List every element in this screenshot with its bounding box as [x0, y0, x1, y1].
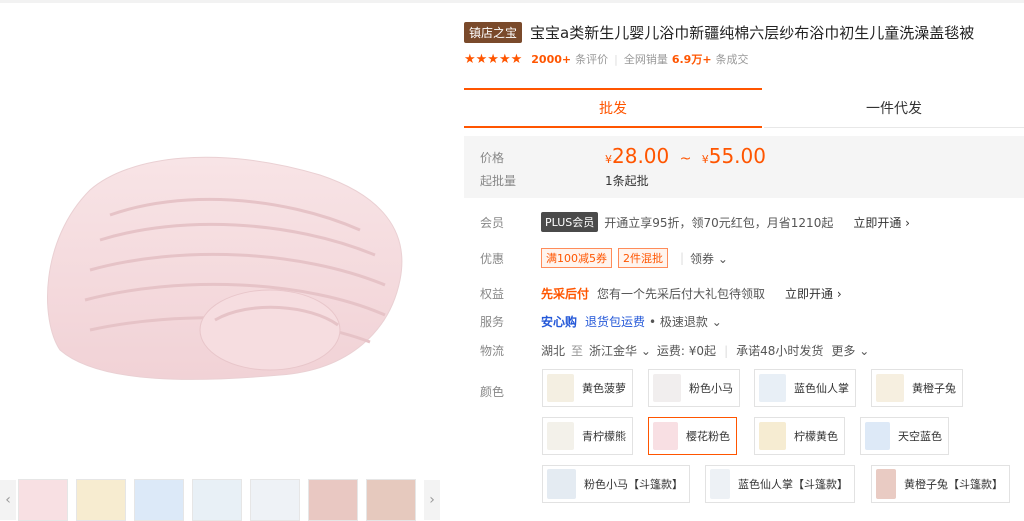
color-swatch	[547, 469, 576, 499]
price-range-sep: ~	[679, 151, 692, 167]
color-option[interactable]: 蓝色仙人掌	[754, 369, 856, 407]
color-swatch	[865, 422, 890, 450]
color-swatch	[710, 469, 730, 499]
color-swatch	[876, 469, 896, 499]
secure-purchase-name: 安心购	[541, 315, 578, 329]
promo-row: 优惠 满100减5券 2件混批 | 领券 ⌄	[464, 248, 728, 268]
divider: |	[724, 343, 729, 358]
color-option[interactable]: 青柠檬熊	[542, 417, 633, 455]
thumbnail-model-1[interactable]	[308, 479, 358, 521]
shipping-promise: 承诺48小时发货	[736, 344, 824, 358]
color-swatch	[876, 374, 904, 402]
fast-refund-dropdown[interactable]: • 极速退款 ⌄	[649, 313, 722, 330]
sales-label: 全网销量	[623, 53, 668, 66]
coupon-tag[interactable]: 满100减5券	[541, 248, 612, 268]
divider: |	[614, 52, 618, 66]
color-option[interactable]: 天空蓝色	[860, 417, 949, 455]
color-option[interactable]: 粉色小马【斗篷款】	[542, 465, 690, 503]
rating-stars: ★★★★★	[464, 51, 523, 67]
color-swatch	[653, 422, 678, 450]
color-swatch	[547, 422, 574, 450]
member-open-link[interactable]: 立即开通 ›	[853, 214, 910, 231]
currency-symbol: ¥	[701, 153, 709, 166]
get-coupon-dropdown[interactable]: 领券 ⌄	[690, 250, 728, 267]
color-option[interactable]: 粉色小马	[648, 369, 740, 407]
top-divider	[0, 0, 1024, 3]
thumb-prev-arrow[interactable]: ‹	[0, 480, 16, 520]
color-swatch	[547, 374, 574, 402]
color-label: 颜色	[480, 385, 505, 399]
shipping-fee: 运费: ¥0起	[656, 344, 717, 358]
ship-to-word: 至	[571, 344, 584, 358]
color-swatch	[759, 422, 786, 450]
sales-suffix: 条成交	[715, 53, 749, 66]
thumbnail-model-2[interactable]	[366, 479, 416, 521]
color-option[interactable]: 蓝色仙人掌【斗篷款】	[705, 465, 855, 503]
tab-dropship[interactable]: 一件代发	[764, 88, 1024, 128]
color-swatch	[759, 374, 786, 402]
color-option-selected[interactable]: 樱花粉色	[648, 417, 737, 455]
more-logistics-dropdown[interactable]: 更多 ⌄	[831, 342, 869, 359]
promo-label: 优惠	[480, 251, 505, 266]
price-box: 价格 起批量 ¥28.00 ~ ¥55.00 1条起批	[464, 136, 1024, 198]
rating-row: ★★★★★ 2000+ 条评价 | 全网销量 6.9万+ 条成交	[464, 51, 749, 67]
price-label: 价格	[480, 151, 505, 165]
color-option[interactable]: 柠檬黄色	[754, 417, 845, 455]
purchase-tabs: 批发 一件代发	[464, 88, 1024, 128]
color-option[interactable]: 黄橙子兔【斗篷款】	[871, 465, 1010, 503]
member-label: 会员	[480, 215, 505, 230]
main-product-image[interactable]	[0, 40, 440, 480]
color-swatch	[653, 374, 681, 402]
thumbnail-pattern-2[interactable]	[250, 479, 300, 521]
price-max: 55.00	[708, 144, 766, 168]
sales-count: 6.9万+	[671, 53, 712, 66]
divider: |	[680, 251, 685, 265]
mixed-batch-tag[interactable]: 2件混批	[618, 248, 668, 268]
tab-wholesale[interactable]: 批发	[464, 88, 762, 128]
pay-later-text: 您有一个先采后付大礼包待领取	[597, 287, 766, 301]
product-title: 宝宝a类新生儿婴儿浴巾新疆纯棉六层纱布浴巾初生儿童洗澡盖毯被	[530, 24, 975, 42]
currency-symbol: ¥	[605, 153, 612, 166]
thumbnail-pattern-1[interactable]	[192, 479, 242, 521]
thumbnail-yellow[interactable]	[76, 479, 126, 521]
service-label: 服务	[480, 315, 505, 329]
thumbnail-pink[interactable]	[18, 479, 68, 521]
pay-later-open-link[interactable]: 立即开通 ›	[785, 285, 842, 302]
moq-value: 1条起批	[605, 174, 649, 188]
logistics-label: 物流	[480, 344, 505, 358]
color-label-row: 颜色	[464, 383, 541, 400]
price-range: ¥28.00 ~ ¥55.00	[605, 144, 766, 168]
member-benefit-text: 开通立享95折，领70元红包，月省1210起	[604, 215, 834, 230]
thumbnail-blue[interactable]	[134, 479, 184, 521]
moq-label: 起批量	[480, 174, 517, 188]
store-treasure-badge: 镇店之宝	[464, 22, 523, 43]
pay-later-name: 先采后付	[541, 287, 590, 301]
color-option[interactable]: 黄橙子兔	[871, 369, 963, 407]
title-row: 镇店之宝 宝宝a类新生儿婴儿浴巾新疆纯棉六层纱布浴巾初生儿童洗澡盖毯被	[464, 22, 974, 43]
ship-from: 湖北	[541, 344, 566, 358]
rights-label: 权益	[480, 287, 505, 301]
logistics-row: 物流 湖北 至 浙江金华 ⌄ 运费: ¥0起 | 承诺48小时发货 更多 ⌄	[464, 342, 869, 359]
service-row: 服务 安心购 退货包运费 • 极速退款 ⌄	[464, 313, 722, 330]
rights-row: 权益 先采后付 您有一个先采后付大礼包待领取 立即开通 ›	[464, 285, 842, 302]
return-shipping-link[interactable]: 退货包运费	[585, 313, 645, 330]
plus-member-badge: PLUS会员	[541, 212, 599, 232]
review-count[interactable]: 2000+	[531, 53, 571, 66]
color-option[interactable]: 黄色菠萝	[542, 369, 633, 407]
review-label: 条评价	[575, 53, 609, 66]
thumb-next-arrow[interactable]: ›	[424, 480, 440, 520]
member-row: 会员 PLUS会员 开通立享95折，领70元红包，月省1210起 立即开通 ›	[464, 212, 910, 232]
ship-to-dropdown[interactable]: 浙江金华 ⌄	[589, 342, 651, 359]
price-min: 28.00	[612, 144, 670, 168]
